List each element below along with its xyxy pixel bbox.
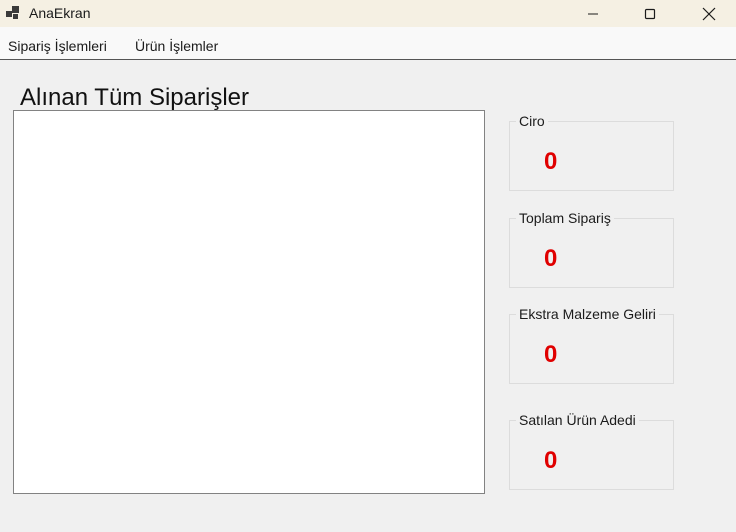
orders-listbox[interactable]: [13, 110, 485, 494]
stat-label: Ciro: [516, 113, 548, 129]
page-title: Alınan Tüm Siparişler: [20, 84, 249, 111]
stat-value: 0: [544, 148, 558, 175]
stat-ekstra-malzeme-geliri: Ekstra Malzeme Geliri 0: [509, 306, 674, 384]
stat-toplam-siparis: Toplam Sipariş 0: [509, 210, 674, 288]
close-button[interactable]: [686, 0, 732, 27]
stat-value: 0: [544, 245, 558, 272]
title-bar[interactable]: AnaEkran: [0, 0, 736, 27]
menu-bar: Sipariş İşlemleri Ürün İşlemler: [0, 27, 736, 60]
stat-value: 0: [544, 341, 558, 368]
stat-label: Ekstra Malzeme Geliri: [516, 306, 659, 322]
minimize-button[interactable]: [570, 0, 616, 27]
minimize-icon: [588, 13, 598, 14]
window-title: AnaEkran: [29, 5, 91, 21]
maximize-icon: [644, 8, 656, 19]
menu-siparis-islemleri[interactable]: Sipariş İşlemleri: [8, 38, 107, 54]
stat-label: Satılan Ürün Adedi: [516, 412, 639, 428]
maximize-button[interactable]: [627, 0, 673, 27]
stat-value: 0: [544, 447, 558, 474]
menu-urun-islemler[interactable]: Ürün İşlemler: [135, 38, 218, 54]
stat-ciro: Ciro 0: [509, 113, 674, 191]
stat-label: Toplam Sipariş: [516, 210, 614, 226]
stat-satilan-urun-adedi: Satılan Ürün Adedi 0: [509, 412, 674, 490]
close-icon: [702, 7, 716, 20]
app-icon: [6, 6, 19, 19]
